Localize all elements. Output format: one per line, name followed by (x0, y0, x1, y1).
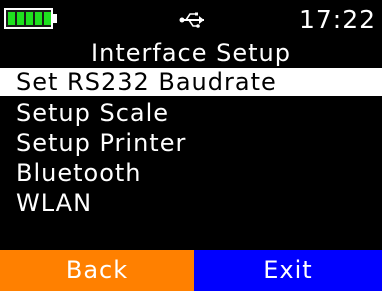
softkey-bar: Back Exit (0, 250, 382, 291)
status-bar: 17:22 (0, 0, 382, 36)
menu-item-wlan[interactable]: WLAN (0, 188, 382, 218)
menu-item-bluetooth[interactable]: Bluetooth (0, 158, 382, 188)
battery-level-fill (8, 12, 51, 25)
device-screen: 17:22 Interface Setup Set RS232 Baudrate… (0, 0, 382, 291)
exit-button[interactable]: Exit (194, 250, 382, 291)
menu-item-set-rs232-baudrate[interactable]: Set RS232 Baudrate (0, 68, 382, 96)
menu-item-setup-scale[interactable]: Setup Scale (0, 98, 382, 128)
menu-list: Set RS232 Baudrate Setup Scale Setup Pri… (0, 68, 382, 218)
page-title: Interface Setup (91, 39, 291, 67)
battery-full-icon (4, 8, 53, 29)
usb-icon (179, 12, 204, 28)
back-button[interactable]: Back (0, 250, 194, 291)
menu-item-setup-printer[interactable]: Setup Printer (0, 128, 382, 158)
battery-tip (53, 14, 57, 23)
clock: 17:22 (298, 5, 376, 34)
